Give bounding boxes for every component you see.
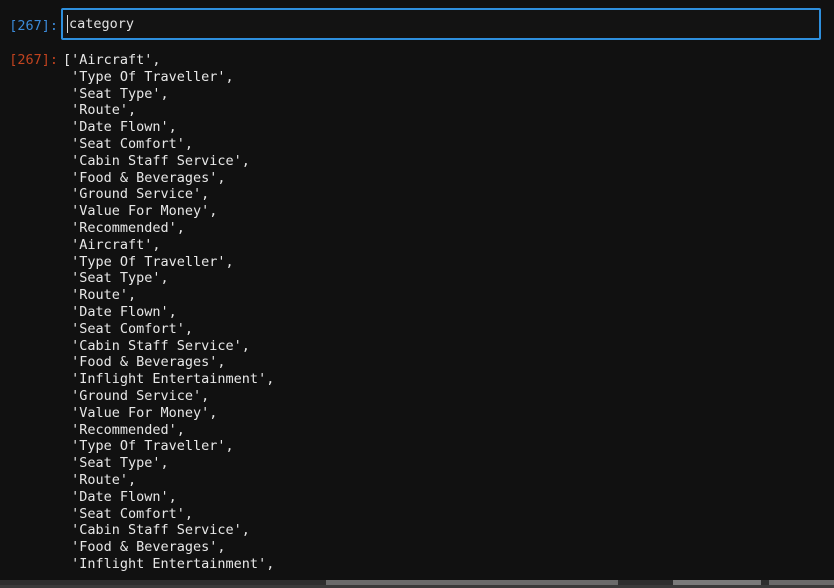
output-line: 'Seat Comfort', — [63, 505, 194, 522]
output-line: 'Date Flown', — [63, 119, 177, 136]
output-line: 'Type Of Traveller', — [63, 438, 234, 455]
output-line: 'Route', — [63, 471, 137, 488]
output-line: 'Seat Comfort', — [63, 320, 194, 337]
input-prompt-label: [267]: — [9, 18, 58, 34]
code-cell-output-row: [267]: ['Aircraft', 'Type Of Traveller',… — [0, 52, 834, 573]
output-line: 'Type Of Traveller', — [63, 253, 234, 270]
code-input-editor[interactable]: category — [61, 8, 821, 40]
output-line: 'Inflight Entertainment', — [63, 555, 275, 572]
code-cell-input-row: [267]: category — [0, 8, 834, 44]
output-line: 'Seat Comfort', — [63, 135, 194, 152]
output-line: 'Cabin Staff Service', — [63, 152, 250, 169]
output-line: 'Value For Money', — [63, 404, 218, 421]
output-line: 'Inflight Entertainment', — [63, 371, 275, 388]
horizontal-scrollbar[interactable] — [0, 580, 834, 588]
output-line: 'Cabin Staff Service', — [63, 337, 250, 354]
output-line: 'Route', — [63, 102, 137, 119]
output-line: 'Cabin Staff Service', — [63, 522, 250, 539]
output-text-block: ['Aircraft', 'Type Of Traveller', 'Seat … — [63, 52, 274, 573]
output-line: 'Ground Service', — [63, 186, 210, 203]
text-caret — [67, 15, 68, 33]
output-line: 'Recommended', — [63, 421, 185, 438]
code-input-text[interactable]: category — [69, 16, 134, 33]
output-line: 'Food & Beverages', — [63, 539, 226, 556]
output-line: 'Seat Type', — [63, 85, 169, 102]
output-line: 'Aircraft', — [63, 236, 161, 253]
output-line: 'Ground Service', — [63, 387, 210, 404]
output-prompt-label: [267]: — [9, 52, 58, 68]
output-line: 'Date Flown', — [63, 488, 177, 505]
output-line: 'Type Of Traveller', — [63, 68, 234, 85]
output-line: 'Seat Type', — [63, 270, 169, 287]
output-line: 'Food & Beverages', — [63, 354, 226, 371]
output-line: 'Seat Type', — [63, 455, 169, 472]
notebook-cell-area: [267]: category [267]: ['Aircraft', 'Typ… — [0, 0, 834, 588]
output-line: 'Date Flown', — [63, 303, 177, 320]
output-line: 'Route', — [63, 287, 137, 304]
output-line: 'Value For Money', — [63, 203, 218, 220]
output-line: 'Recommended', — [63, 219, 185, 236]
output-line: 'Food & Beverages', — [63, 169, 226, 186]
output-line: ['Aircraft', — [63, 52, 161, 68]
